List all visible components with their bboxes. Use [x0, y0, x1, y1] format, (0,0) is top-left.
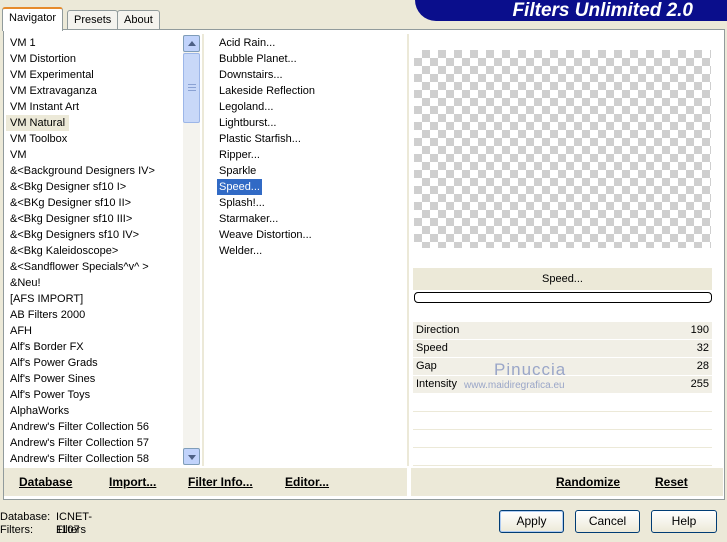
category-item[interactable]: &Neu! — [6, 275, 45, 291]
param-row-empty — [413, 430, 712, 448]
filter-item[interactable]: Lightburst... — [217, 115, 278, 131]
filter-item[interactable]: Bubble Planet... — [217, 51, 299, 67]
filter-item[interactable]: Splash!... — [217, 195, 267, 211]
filter-item[interactable]: Legoland... — [217, 99, 275, 115]
category-item[interactable]: Alf's Power Sines — [6, 371, 99, 387]
param-value: 32 — [696, 342, 709, 354]
list-divider — [202, 34, 204, 466]
status-database-label: Database: — [0, 511, 51, 523]
category-item[interactable]: VM Extravaganza — [6, 83, 101, 99]
preview-canvas — [414, 50, 711, 248]
category-item[interactable]: AFH — [6, 323, 36, 339]
category-item[interactable]: AlphaWorks — [6, 403, 73, 419]
category-item[interactable]: [AFS IMPORT] — [6, 291, 87, 307]
list-divider — [407, 34, 409, 466]
filter-item[interactable]: Lakeside Reflection — [217, 83, 317, 99]
filter-item[interactable]: Plastic Starfish... — [217, 131, 303, 147]
category-item[interactable]: Alf's Border FX — [6, 339, 88, 355]
category-item[interactable]: VM Experimental — [6, 67, 98, 83]
category-item[interactable]: Alf's Power Grads — [6, 355, 102, 371]
editor-button[interactable]: Editor... — [285, 475, 329, 489]
watermark-name: Pinuccia — [494, 360, 567, 379]
title-banner: Filters Unlimited 2.0 — [415, 0, 727, 21]
arrow-up-icon — [188, 41, 196, 46]
param-value: 255 — [690, 378, 709, 390]
category-scrollbar[interactable] — [183, 35, 200, 465]
status-database: Database: ICNET-Filters — [0, 511, 92, 536]
category-item[interactable]: Andrew's Filter Collection 57 — [6, 435, 153, 451]
param-label: Intensity — [416, 378, 457, 390]
filter-item[interactable]: Downstairs... — [217, 67, 285, 83]
status-filters-value: 1107 — [56, 524, 80, 536]
filter-item[interactable]: Starmaker... — [217, 211, 280, 227]
filter-item[interactable]: Sparkle — [217, 163, 258, 179]
category-item[interactable]: Andrew's Filter Collection 58 — [6, 451, 153, 466]
database-button[interactable]: Database — [19, 475, 72, 489]
param-row[interactable]: Speed 32 — [413, 340, 712, 358]
filter-item[interactable]: Speed... — [217, 179, 262, 195]
param-value: 190 — [690, 324, 709, 336]
param-label: Speed — [416, 342, 448, 354]
status-filters-label: Filters: — [0, 524, 33, 536]
watermark-url: www.maidiregrafica.eu — [464, 380, 565, 391]
banner-title: Filters Unlimited 2.0 — [512, 0, 693, 21]
param-row-empty — [413, 412, 712, 430]
tab-presets[interactable]: Presets — [67, 10, 119, 29]
scroll-up-button[interactable] — [183, 35, 200, 52]
filter-list[interactable]: Acid Rain... Bubble Planet... Downstairs..… — [212, 34, 404, 466]
filter-info-button[interactable]: Filter Info... — [188, 475, 253, 489]
category-item[interactable]: Andrew's Filter Collection 56 — [6, 419, 153, 435]
grip-line — [188, 90, 196, 91]
filter-item[interactable]: Ripper... — [217, 147, 262, 163]
category-item[interactable]: &<BKg Designer sf10 II> — [6, 195, 135, 211]
filter-item[interactable]: Weave Distortion... — [217, 227, 314, 243]
category-item[interactable]: AB Filters 2000 — [6, 307, 89, 323]
category-item[interactable]: VM Toolbox — [6, 131, 71, 147]
category-item[interactable]: &<Bkg Designers sf10 IV> — [6, 227, 143, 243]
current-filter-name: Speed... — [413, 268, 712, 290]
reset-button[interactable]: Reset — [655, 475, 688, 489]
category-item[interactable]: &<Background Designers IV> — [6, 163, 159, 179]
tab-navigator[interactable]: Navigator — [2, 7, 64, 31]
category-item[interactable]: VM Distortion — [6, 51, 80, 67]
param-row[interactable]: Direction 190 — [413, 322, 712, 340]
category-item[interactable]: &<Bkg Designer sf10 III> — [6, 211, 136, 227]
tab-about[interactable]: About — [117, 10, 160, 29]
category-item[interactable]: VM Instant Art — [6, 99, 83, 115]
category-item[interactable]: VM 1 — [6, 35, 40, 51]
progress-bar — [414, 292, 712, 303]
grip-line — [188, 87, 196, 88]
filter-item[interactable]: Welder... — [217, 243, 264, 259]
cancel-button[interactable]: Cancel — [575, 510, 640, 533]
param-label: Direction — [416, 324, 460, 336]
import-button[interactable]: Import... — [109, 475, 156, 489]
category-item[interactable]: &<Bkg Kaleidoscope> — [6, 243, 122, 259]
apply-button[interactable]: Apply — [499, 510, 564, 533]
status-filters: Filters: 1107 — [0, 524, 80, 537]
arrow-down-icon — [188, 455, 196, 460]
param-row-empty — [413, 448, 712, 466]
filter-item[interactable]: Acid Rain... — [217, 35, 277, 51]
grip-line — [188, 84, 196, 85]
category-list[interactable]: VM 1 VM Distortion VM Experimental VM Extra… — [6, 34, 182, 466]
param-label: Gap — [416, 360, 437, 372]
category-item[interactable]: &<Sandflower Specials^v^ > — [6, 259, 153, 275]
category-item[interactable]: VM — [6, 147, 31, 163]
category-item[interactable]: Alf's Power Toys — [6, 387, 94, 403]
scroll-down-button[interactable] — [183, 448, 200, 465]
help-button[interactable]: Help — [651, 510, 717, 533]
category-item[interactable]: VM Natural — [6, 115, 70, 131]
randomize-button[interactable]: Randomize — [556, 475, 620, 489]
category-item[interactable]: &<Bkg Designer sf10 I> — [6, 179, 130, 195]
scroll-thumb[interactable] — [183, 53, 200, 123]
param-value: 28 — [696, 360, 709, 372]
param-row-empty — [413, 394, 712, 412]
